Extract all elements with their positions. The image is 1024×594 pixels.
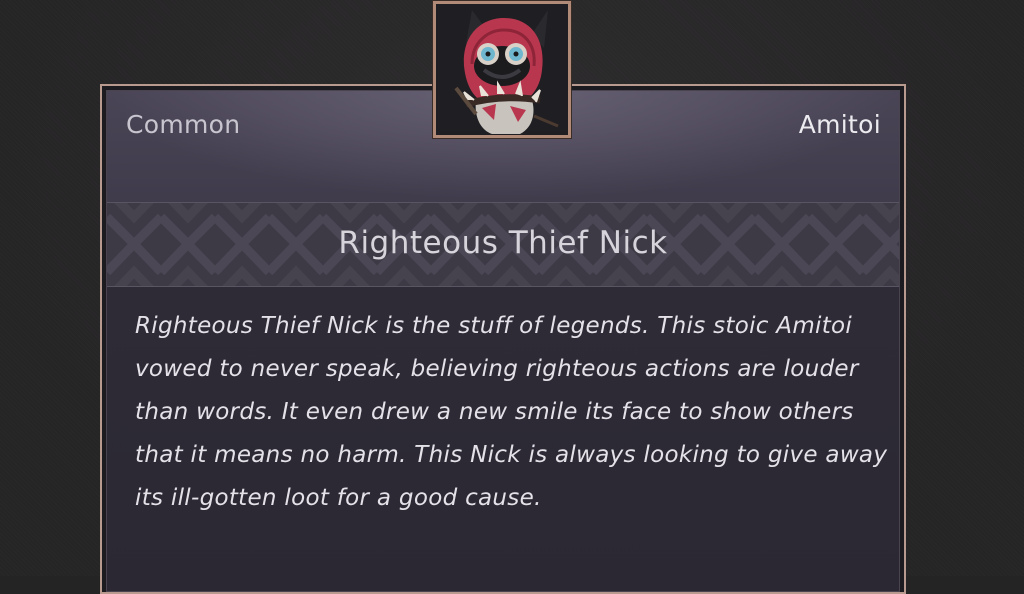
item-tooltip-card: Common Amitoi Righteous Thief Nick Right… — [100, 84, 906, 594]
title-banner: Righteous Thief Nick — [107, 202, 899, 287]
amitoi-portrait-icon — [433, 1, 571, 138]
item-tooltip-inner: Common Amitoi Righteous Thief Nick Right… — [106, 90, 900, 592]
rarity-label: Common — [126, 110, 241, 139]
description-area: Righteous Thief Nick is the stuff of leg… — [107, 287, 899, 591]
category-label: Amitoi — [798, 110, 881, 139]
item-description: Righteous Thief Nick is the stuff of leg… — [135, 313, 888, 511]
item-name: Righteous Thief Nick — [338, 225, 668, 261]
